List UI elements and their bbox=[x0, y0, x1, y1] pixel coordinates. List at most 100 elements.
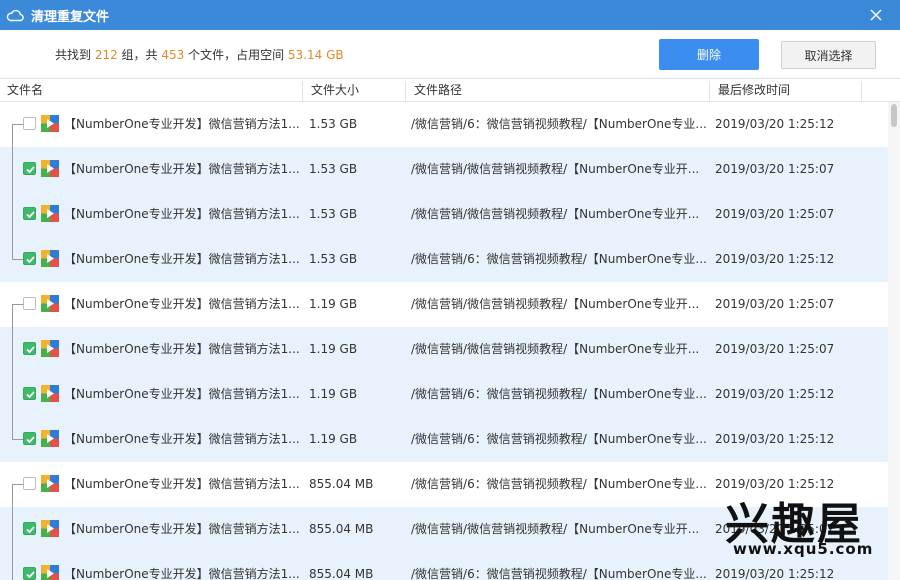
file-size: 1.53 GB bbox=[309, 252, 358, 266]
file-name: 【NumberOne专业开发】微信营销方法1.... bbox=[64, 252, 300, 266]
file-size: 1.53 GB bbox=[309, 207, 358, 221]
file-name: 【NumberOne专业开发】微信营销方法1.... bbox=[64, 117, 300, 131]
group-tree-line bbox=[12, 124, 13, 259]
file-name: 【NumberOne专业开发】微信营销方法1.... bbox=[64, 477, 300, 491]
checkbox-checked[interactable] bbox=[23, 522, 36, 535]
file-name: 【NumberOne专业开发】微信营销方法1.... bbox=[64, 207, 300, 221]
group-tree-branch bbox=[12, 124, 23, 125]
column-divider[interactable] bbox=[302, 81, 303, 101]
vertical-scrollbar[interactable] bbox=[888, 102, 900, 580]
column-divider[interactable] bbox=[861, 81, 862, 101]
checkbox-checked[interactable] bbox=[23, 342, 36, 355]
table-row[interactable]: 【NumberOne专业开发】微信营销方法1.... 1.19 GB/微信营销/6… bbox=[0, 372, 888, 417]
modified-time: 2019/03/20 1:25:07 bbox=[715, 162, 835, 176]
modified-time: 2019/03/20 1:25:12 bbox=[715, 387, 835, 401]
modified-time: 2019/03/20 1:25:12 bbox=[715, 117, 835, 131]
watermark: 兴趣屋 www.xqu5.com bbox=[725, 488, 885, 573]
file-path: /微信营销/微信营销视频教程/【NumberOne专业开... bbox=[411, 162, 700, 176]
column-header-time[interactable]: 最后修改时间 bbox=[711, 79, 790, 101]
checkbox-checked[interactable] bbox=[23, 432, 36, 445]
column-divider[interactable] bbox=[709, 81, 710, 101]
file-path: /微信营销/6：微信营销视频教程/【NumberOne专业... bbox=[411, 477, 707, 491]
file-size: 1.19 GB bbox=[309, 342, 358, 356]
video-file-icon bbox=[41, 295, 59, 312]
file-name: 【NumberOne专业开发】微信营销方法1.... bbox=[64, 387, 300, 401]
video-file-icon bbox=[41, 340, 59, 357]
file-path: /微信营销/6：微信营销视频教程/【NumberOne专业... bbox=[411, 117, 707, 131]
table-row[interactable]: 【NumberOne专业开发】微信营销方法1.... 1.19 GB/微信营销/微… bbox=[0, 282, 888, 327]
group-count: 212 bbox=[94, 48, 118, 62]
close-icon[interactable] bbox=[866, 4, 886, 26]
video-file-icon bbox=[41, 430, 59, 447]
table-row[interactable]: 【NumberOne专业开发】微信营销方法1.... 1.19 GB/微信营销/微… bbox=[0, 327, 888, 372]
column-divider[interactable] bbox=[405, 81, 406, 101]
modified-time: 2019/03/20 1:25:12 bbox=[715, 252, 835, 266]
file-path: /微信营销/微信营销视频教程/【NumberOne专业开... bbox=[411, 207, 700, 221]
video-file-icon bbox=[41, 160, 59, 177]
space-used: 53.14 GB bbox=[287, 48, 344, 62]
summary-prefix: 共找到 bbox=[55, 48, 95, 62]
table-row[interactable]: 【NumberOne专业开发】微信营销方法1.... 1.53 GB/微信营销/微… bbox=[0, 147, 888, 192]
file-name: 【NumberOne专业开发】微信营销方法1.... bbox=[64, 567, 300, 580]
table-row[interactable]: 【NumberOne专业开发】微信营销方法1.... 1.53 GB/微信营销/6… bbox=[0, 102, 888, 147]
file-path: /微信营销/微信营销视频教程/【NumberOne专业开... bbox=[411, 297, 700, 311]
summary-mid2: 个文件，占用空间 bbox=[184, 48, 288, 62]
file-path: /微信营销/6：微信营销视频教程/【NumberOne专业... bbox=[411, 567, 707, 580]
file-count: 453 bbox=[161, 48, 185, 62]
scrollbar-thumb[interactable] bbox=[891, 104, 897, 127]
file-name: 【NumberOne专业开发】微信营销方法1.... bbox=[64, 342, 300, 356]
video-file-icon bbox=[41, 205, 59, 222]
file-path: /微信营销/6：微信营销视频教程/【NumberOne专业... bbox=[411, 387, 707, 401]
table-row[interactable]: 【NumberOne专业开发】微信营销方法1.... 1.19 GB/微信营销/6… bbox=[0, 417, 888, 462]
cloud-icon bbox=[6, 8, 28, 22]
file-size: 1.53 GB bbox=[309, 117, 358, 131]
checkbox-checked[interactable] bbox=[23, 162, 36, 175]
file-size: 1.53 GB bbox=[309, 162, 358, 176]
file-size: 1.19 GB bbox=[309, 297, 358, 311]
group-tree-line bbox=[12, 304, 13, 439]
column-header-size[interactable]: 文件大小 bbox=[304, 79, 359, 101]
checkbox-unchecked[interactable] bbox=[23, 117, 36, 130]
file-path: /微信营销/6：微信营销视频教程/【NumberOne专业... bbox=[411, 252, 707, 266]
summary-mid1: 组，共 bbox=[117, 48, 162, 62]
checkbox-checked[interactable] bbox=[23, 252, 36, 265]
file-path: /微信营销/6：微信营销视频教程/【NumberOne专业... bbox=[411, 432, 707, 446]
file-size: 855.04 MB bbox=[309, 567, 374, 580]
video-file-icon bbox=[41, 115, 59, 132]
file-size: 1.19 GB bbox=[309, 387, 358, 401]
table-row[interactable]: 【NumberOne专业开发】微信营销方法1.... 1.53 GB/微信营销/微… bbox=[0, 192, 888, 237]
video-file-icon bbox=[41, 475, 59, 492]
group-tree-line bbox=[12, 484, 13, 580]
group-tree-branch bbox=[12, 304, 23, 305]
file-name: 【NumberOne专业开发】微信营销方法1.... bbox=[64, 297, 300, 311]
window-title: 清理重复文件 bbox=[31, 9, 110, 25]
summary-text: 共找到 212 组，共 453 个文件，占用空间 53.14 GB bbox=[55, 46, 344, 63]
file-name: 【NumberOne专业开发】微信营销方法1.... bbox=[64, 162, 300, 176]
file-name: 【NumberOne专业开发】微信营销方法1.... bbox=[64, 432, 300, 446]
video-file-icon bbox=[41, 565, 59, 580]
group-tree-branch bbox=[12, 259, 23, 260]
modified-time: 2019/03/20 1:25:07 bbox=[715, 297, 835, 311]
file-size: 855.04 MB bbox=[309, 477, 374, 491]
checkbox-checked[interactable] bbox=[23, 387, 36, 400]
file-name: 【NumberOne专业开发】微信营销方法1.... bbox=[64, 522, 300, 536]
video-file-icon bbox=[41, 250, 59, 267]
modified-time: 2019/03/20 1:25:07 bbox=[715, 342, 835, 356]
table-header: 文件名 文件大小 文件路径 最后修改时间 bbox=[0, 78, 900, 102]
file-size: 1.19 GB bbox=[309, 432, 358, 446]
column-header-path[interactable]: 文件路径 bbox=[407, 79, 462, 101]
video-file-icon bbox=[41, 385, 59, 402]
cancel-selection-button[interactable]: 取消选择 bbox=[781, 41, 876, 69]
file-path: /微信营销/微信营销视频教程/【NumberOne专业开... bbox=[411, 342, 700, 356]
modified-time: 2019/03/20 1:25:07 bbox=[715, 207, 835, 221]
table-row[interactable]: 【NumberOne专业开发】微信营销方法1.... 1.53 GB/微信营销/6… bbox=[0, 237, 888, 282]
checkbox-checked[interactable] bbox=[23, 567, 36, 580]
group-tree-branch bbox=[12, 439, 23, 440]
watermark-url: www.xqu5.com bbox=[733, 540, 874, 558]
title-bar: 清理重复文件 bbox=[0, 0, 900, 30]
delete-button[interactable]: 删除 bbox=[659, 39, 759, 70]
checkbox-unchecked[interactable] bbox=[23, 477, 36, 490]
checkbox-unchecked[interactable] bbox=[23, 297, 36, 310]
checkbox-checked[interactable] bbox=[23, 207, 36, 220]
column-header-name[interactable]: 文件名 bbox=[0, 79, 43, 101]
